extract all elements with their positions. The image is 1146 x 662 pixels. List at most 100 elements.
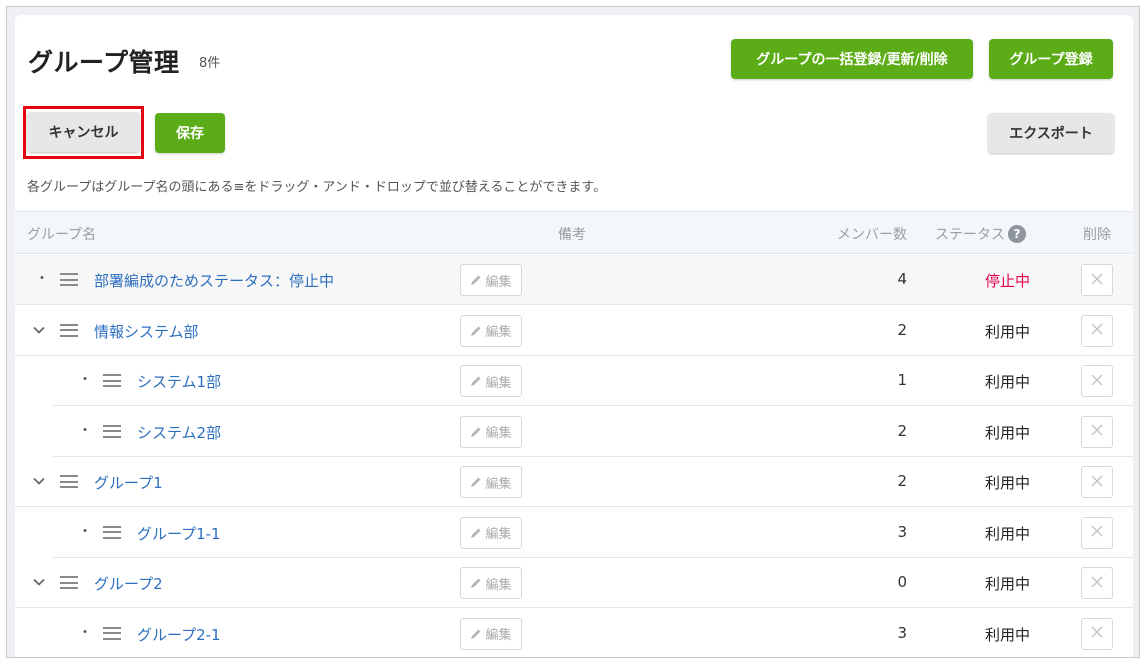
column-header-status-label: ステータス <box>935 227 1005 243</box>
group-name-link[interactable]: 情報システム部 <box>94 321 199 342</box>
close-icon <box>1090 422 1104 441</box>
delete-button[interactable] <box>1081 617 1113 650</box>
bullet-icon: ・ <box>78 372 92 388</box>
status-label: 利用中 <box>985 423 1031 442</box>
pencil-icon <box>470 577 482 589</box>
chevron-down-icon[interactable] <box>31 574 47 590</box>
group-name-link[interactable]: グループ1 <box>94 472 163 493</box>
member-count: 2 <box>897 320 907 339</box>
table-row: ・ システム2部 編集 2 利用中 <box>15 406 1133 457</box>
edit-note-button[interactable]: 編集 <box>460 567 522 599</box>
delete-button[interactable] <box>1081 314 1113 347</box>
edit-note-button[interactable]: 編集 <box>460 516 522 549</box>
drag-handle-icon[interactable] <box>103 424 121 438</box>
register-group-button[interactable]: グループ登録 <box>989 39 1113 79</box>
chevron-down-icon[interactable] <box>31 473 47 489</box>
drag-handle-icon[interactable] <box>60 475 78 488</box>
drag-handle-icon[interactable] <box>103 525 121 539</box>
table-row: ・ 部署編成のためステータス：停止中 編集 4 停止中 <box>15 255 1133 305</box>
cancel-button[interactable]: キャンセル <box>27 112 140 152</box>
drag-handle-icon[interactable] <box>60 273 78 286</box>
bullet-icon: ・ <box>78 422 92 439</box>
group-name-link[interactable]: システム2部 <box>137 422 221 443</box>
delete-button[interactable] <box>1081 365 1113 397</box>
member-count: 1 <box>897 371 907 389</box>
edit-label: 編集 <box>485 426 512 441</box>
table-row: ・ グループ1-1 編集 3 利用中 <box>15 507 1133 558</box>
page-title: グループ管理 <box>28 48 180 77</box>
status-label: 利用中 <box>985 575 1031 593</box>
group-name-link[interactable]: グループ1-1 <box>137 523 221 544</box>
group-name-link[interactable]: グループ2 <box>94 573 163 594</box>
column-header-delete: 削除 <box>1083 227 1111 243</box>
member-count: 2 <box>897 421 907 440</box>
help-icon[interactable]: ? <box>1008 225 1026 243</box>
member-count: 3 <box>897 623 907 642</box>
table-row: ・ グループ2-1 編集 3 利用中 <box>15 608 1133 657</box>
pencil-icon <box>470 426 482 438</box>
delete-button[interactable] <box>1081 466 1113 498</box>
pencil-icon <box>470 375 482 387</box>
table-row: 情報システム部 編集 2 利用中 <box>15 305 1133 356</box>
status-label: 利用中 <box>985 524 1031 543</box>
bullet-icon: ・ <box>78 624 92 641</box>
column-header-members: メンバー数 <box>837 227 907 243</box>
close-icon <box>1090 574 1104 593</box>
close-icon <box>1090 624 1104 643</box>
edit-note-button[interactable]: 編集 <box>460 365 522 397</box>
delete-button[interactable] <box>1081 264 1113 296</box>
member-count: 3 <box>897 522 907 541</box>
export-button[interactable]: エクスポート <box>988 113 1114 153</box>
drag-handle-icon[interactable] <box>60 323 78 337</box>
edit-label: 編集 <box>485 527 512 542</box>
delete-button[interactable] <box>1081 516 1113 549</box>
chevron-down-icon[interactable] <box>31 322 47 338</box>
close-icon <box>1090 523 1104 542</box>
column-header-note: 備考 <box>558 227 586 243</box>
table-row: ・ システム1部 編集 1 利用中 <box>15 356 1133 406</box>
edit-note-button[interactable]: 編集 <box>460 415 522 448</box>
column-header-name: グループ名 <box>27 227 97 243</box>
status-label: 利用中 <box>985 474 1031 492</box>
status-label: 停止中 <box>985 272 1031 290</box>
bullet-icon: ・ <box>78 523 92 540</box>
pencil-icon <box>470 274 482 286</box>
pencil-icon <box>470 527 482 539</box>
status-label: 利用中 <box>985 373 1031 391</box>
table-header: グループ名 備考 メンバー数 ステータス ? 削除 <box>15 211 1133 254</box>
edit-note-button[interactable]: 編集 <box>460 314 522 347</box>
reorder-hint: 各グループはグループ名の頭にある≡をドラッグ・アンド・ドロップで並び替えることが… <box>27 180 607 195</box>
group-name-link[interactable]: システム1部 <box>137 371 221 392</box>
edit-note-button[interactable]: 編集 <box>460 466 522 498</box>
save-button[interactable]: 保存 <box>155 113 225 153</box>
close-icon <box>1090 271 1104 290</box>
close-icon <box>1090 372 1104 391</box>
delete-button[interactable] <box>1081 567 1113 599</box>
member-count: 4 <box>897 270 907 288</box>
pencil-icon <box>470 476 482 488</box>
table-row: グループ2 編集 0 利用中 <box>15 558 1133 608</box>
drag-handle-icon[interactable] <box>60 576 78 589</box>
bulk-update-button[interactable]: グループの一括登録/更新/削除 <box>731 39 973 79</box>
delete-button[interactable] <box>1081 415 1113 448</box>
member-count: 0 <box>897 573 907 591</box>
edit-note-button[interactable]: 編集 <box>460 264 522 296</box>
group-name-link[interactable]: 部署編成のためステータス：停止中 <box>94 270 334 291</box>
edit-label: 編集 <box>485 325 512 340</box>
pencil-icon <box>470 325 482 337</box>
edit-note-button[interactable]: 編集 <box>460 617 522 650</box>
column-header-status: ステータス ? <box>935 224 1026 244</box>
group-name-link[interactable]: グループ2-1 <box>137 624 221 645</box>
edit-label: 編集 <box>485 628 512 643</box>
status-label: 利用中 <box>985 625 1031 644</box>
status-label: 利用中 <box>985 322 1031 341</box>
drag-handle-icon[interactable] <box>103 374 121 387</box>
close-icon <box>1090 473 1104 492</box>
table-row: グループ1 編集 2 利用中 <box>15 457 1133 507</box>
drag-handle-icon[interactable] <box>103 626 121 640</box>
window-frame: グループ管理 8件 グループの一括登録/更新/削除 グループ登録 キャンセル 保… <box>6 6 1140 658</box>
group-management-panel: グループ管理 8件 グループの一括登録/更新/削除 グループ登録 キャンセル 保… <box>15 15 1133 657</box>
group-count: 8件 <box>199 56 221 71</box>
edit-label: 編集 <box>485 375 512 391</box>
bullet-icon: ・ <box>35 271 49 287</box>
